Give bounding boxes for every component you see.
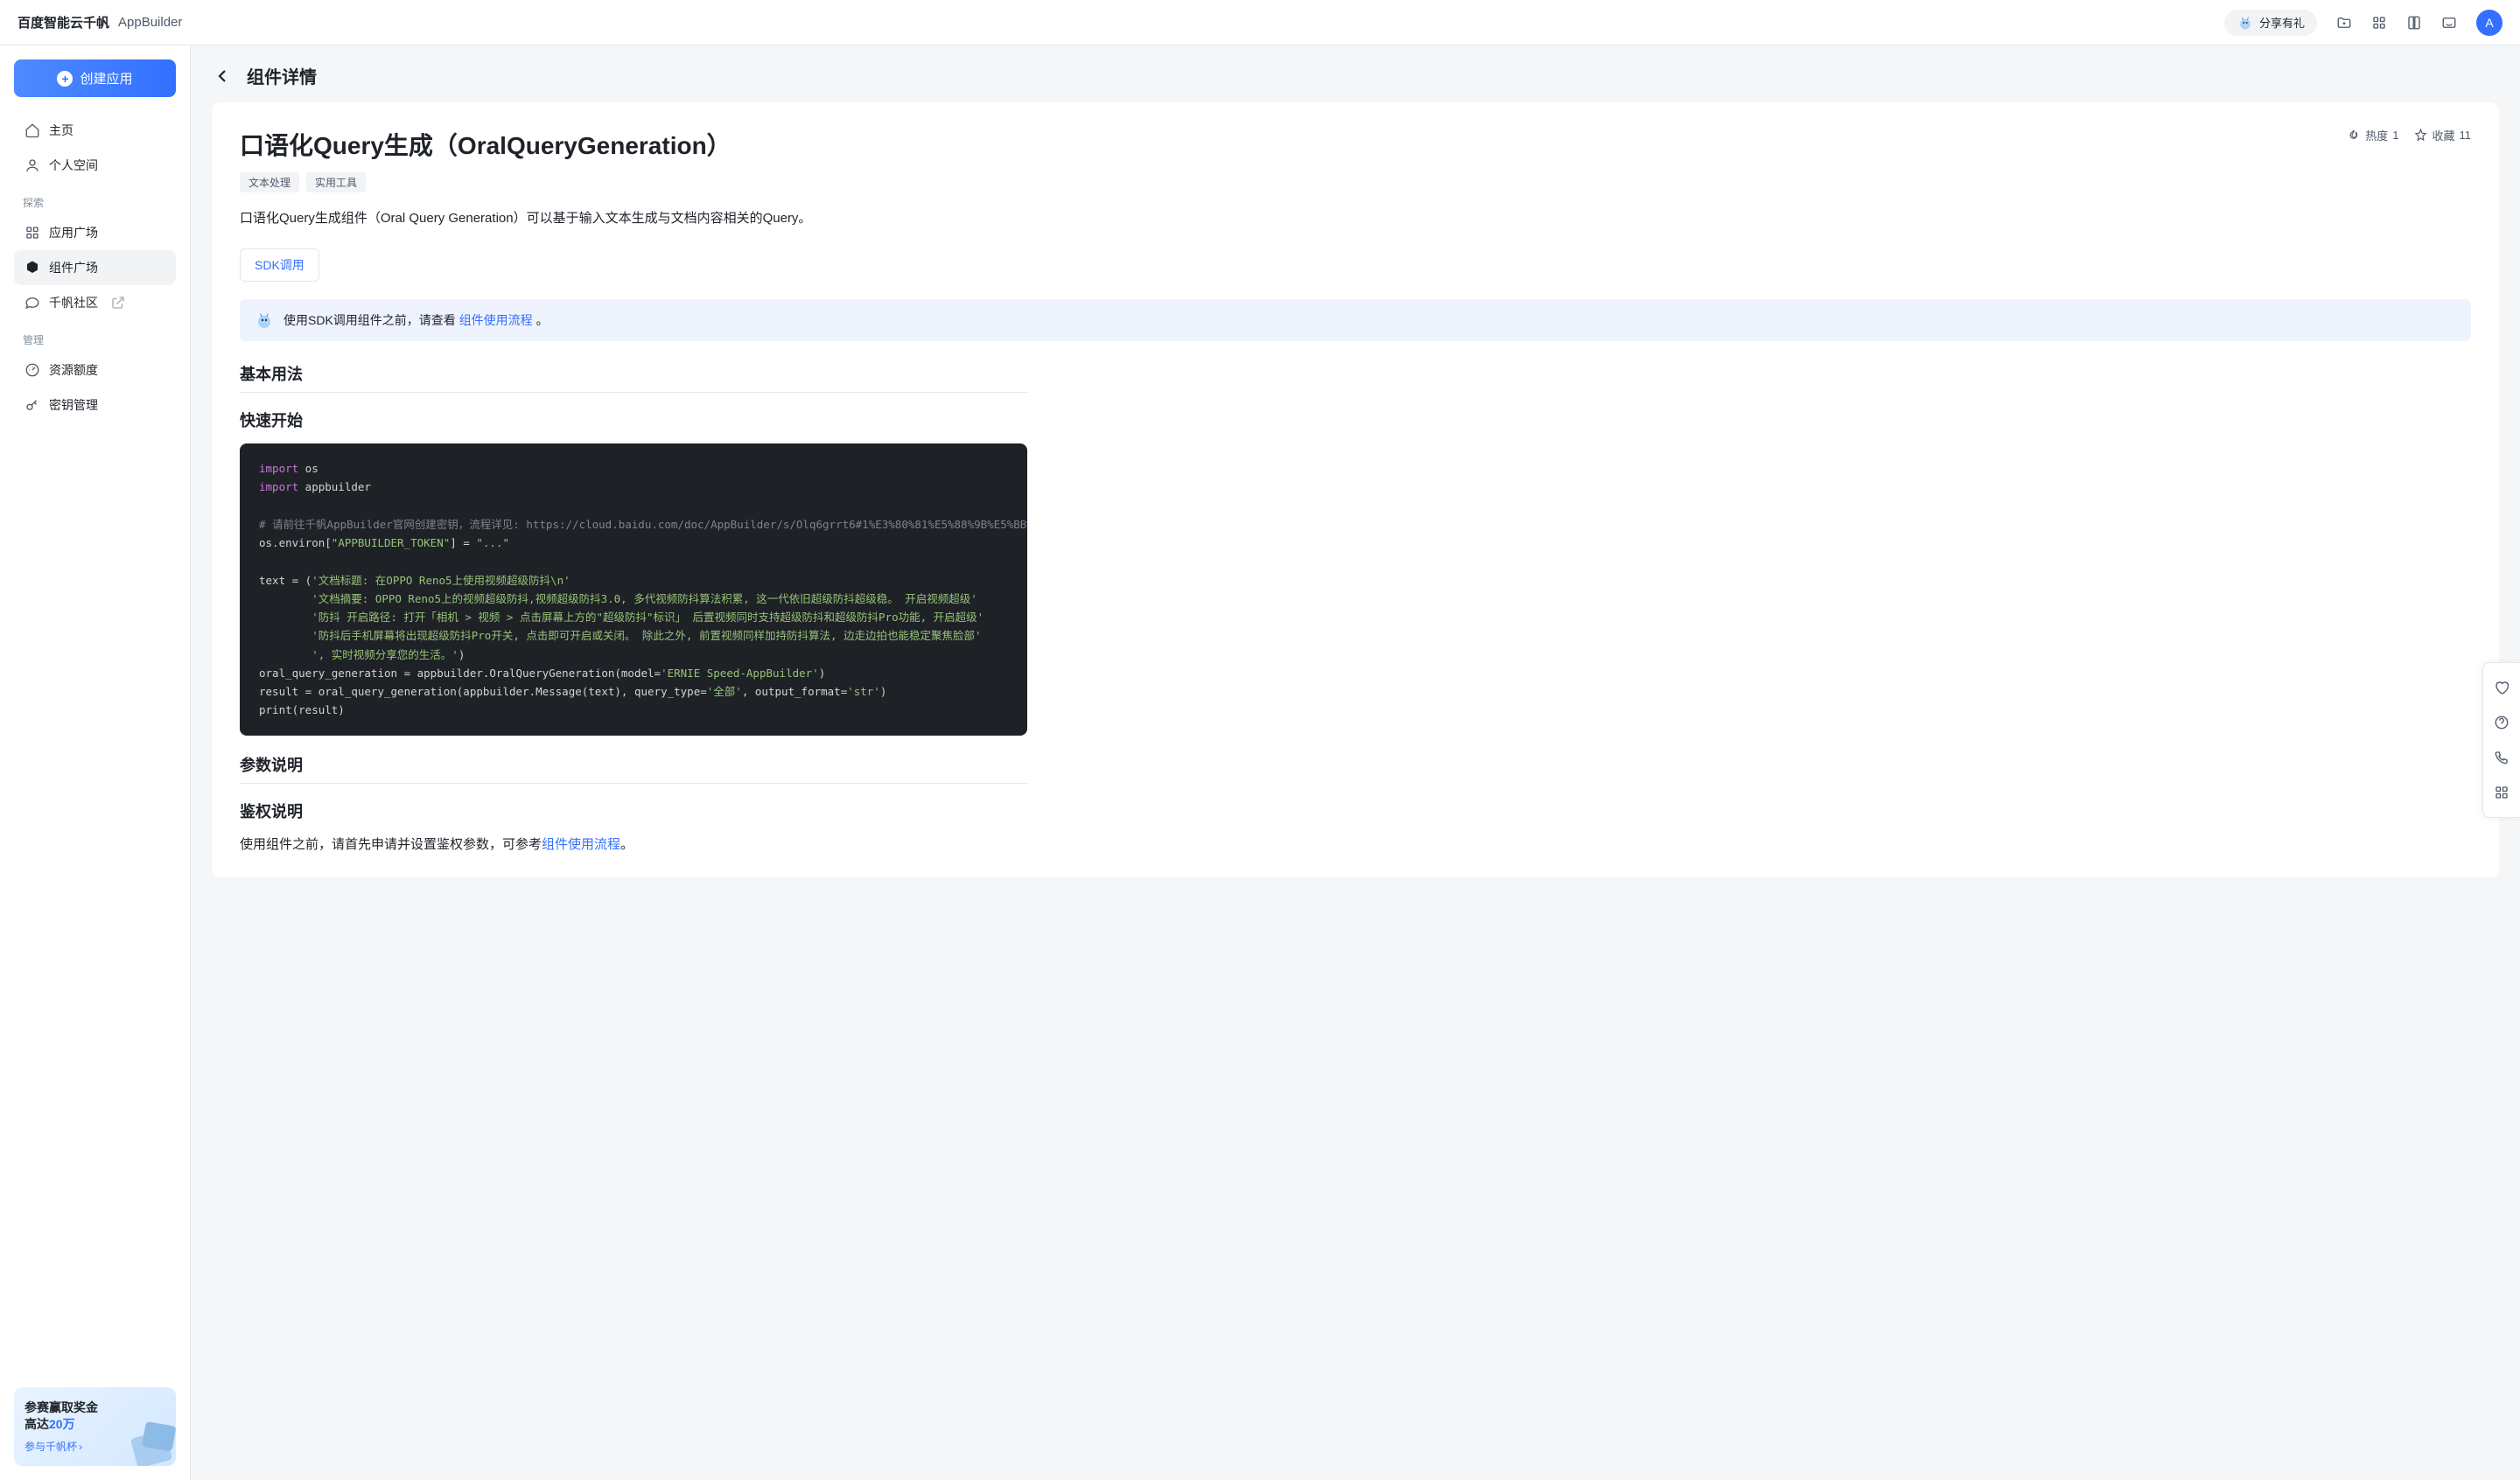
component-icon bbox=[24, 260, 40, 276]
fire-icon bbox=[2348, 129, 2361, 142]
section-quickstart: 快速开始 bbox=[240, 408, 1027, 431]
promo-card[interactable]: 参赛赢取奖金 高达20万 参与千帆杯 › bbox=[14, 1387, 176, 1466]
float-help[interactable] bbox=[2483, 705, 2520, 740]
tag-item: 实用工具 bbox=[306, 172, 366, 192]
tag-row: 文本处理 实用工具 bbox=[240, 172, 2471, 192]
sidebar-item-component-market[interactable]: 组件广场 bbox=[14, 250, 176, 285]
plus-icon: + bbox=[57, 71, 73, 87]
page-head-title: 组件详情 bbox=[247, 63, 317, 88]
float-phone[interactable] bbox=[2483, 740, 2520, 775]
section-auth: 鉴权说明 bbox=[240, 799, 1027, 822]
logo-sub[interactable]: AppBuilder bbox=[118, 15, 182, 30]
grid-icon[interactable] bbox=[2371, 15, 2387, 31]
main-content: 组件详情 口语化Query生成（OralQueryGeneration） 热度 … bbox=[191, 45, 2520, 1480]
back-button[interactable] bbox=[212, 66, 233, 87]
header-left: 百度智能云千帆 AppBuilder bbox=[18, 13, 182, 31]
nav-section-manage: 管理 bbox=[14, 325, 176, 353]
home-icon bbox=[24, 122, 40, 138]
sidebar-item-keys[interactable]: 密钥管理 bbox=[14, 387, 176, 422]
component-desc: 口语化Query生成组件（Oral Query Generation）可以基于输… bbox=[240, 208, 2471, 229]
header-right: 分享有礼 A bbox=[2224, 10, 2502, 36]
sidebar-item-resource[interactable]: 资源额度 bbox=[14, 353, 176, 387]
section-params: 参数说明 bbox=[240, 753, 1027, 784]
float-heart[interactable] bbox=[2483, 670, 2520, 705]
book-icon[interactable] bbox=[2406, 15, 2422, 31]
sidebar-item-community[interactable]: 千帆社区 bbox=[14, 285, 176, 320]
code-block[interactable]: import os import appbuilder # 请前往千帆AppBu… bbox=[240, 443, 1027, 736]
sidebar: + 创建应用 主页 个人空间 探索 应用广场 组件广场 bbox=[0, 45, 191, 1480]
float-toolbar bbox=[2482, 662, 2520, 818]
mascot-icon bbox=[2236, 14, 2254, 31]
tag-item: 文本处理 bbox=[240, 172, 299, 192]
tab-sdk[interactable]: SDK调用 bbox=[240, 248, 319, 282]
message-icon[interactable] bbox=[2441, 15, 2457, 31]
sidebar-item-personal[interactable]: 个人空间 bbox=[14, 148, 176, 183]
avatar[interactable]: A bbox=[2476, 10, 2502, 36]
float-grid[interactable] bbox=[2483, 775, 2520, 810]
logo-main[interactable]: 百度智能云千帆 bbox=[18, 13, 109, 31]
gauge-icon bbox=[24, 362, 40, 378]
promo-deco-icon bbox=[123, 1414, 176, 1466]
component-title: 口语化Query生成（OralQueryGeneration） bbox=[240, 127, 732, 162]
top-header: 百度智能云千帆 AppBuilder 分享有礼 A bbox=[0, 0, 2520, 45]
sidebar-item-home[interactable]: 主页 bbox=[14, 113, 176, 148]
meta-row: 热度 1 收藏 11 bbox=[2348, 127, 2471, 143]
info-bar: 使用SDK调用组件之前，请查看 组件使用流程 。 bbox=[240, 299, 2471, 341]
star-icon bbox=[2414, 129, 2427, 142]
create-app-button[interactable]: + 创建应用 bbox=[14, 59, 176, 97]
tab-bar: SDK调用 bbox=[240, 248, 2471, 282]
key-icon bbox=[24, 397, 40, 413]
apps-icon bbox=[24, 225, 40, 241]
external-link-icon bbox=[110, 295, 126, 311]
chevron-right-icon: › bbox=[79, 1441, 82, 1453]
mascot-icon bbox=[254, 310, 275, 331]
share-button[interactable]: 分享有礼 bbox=[2224, 10, 2317, 36]
community-icon bbox=[24, 295, 40, 311]
usage-flow-link-2[interactable]: 组件使用流程 bbox=[542, 837, 620, 852]
nav-section-explore: 探索 bbox=[14, 188, 176, 215]
share-label: 分享有礼 bbox=[2259, 14, 2305, 31]
detail-card: 口语化Query生成（OralQueryGeneration） 热度 1 收藏 … bbox=[212, 102, 2499, 877]
auth-text: 使用组件之前，请首先申请并设置鉴权参数，可参考组件使用流程。 bbox=[240, 834, 1027, 853]
page-head: 组件详情 bbox=[212, 63, 2499, 88]
usage-flow-link[interactable]: 组件使用流程 bbox=[459, 313, 533, 327]
fav-meta[interactable]: 收藏 11 bbox=[2414, 127, 2471, 143]
section-basic: 基本用法 bbox=[240, 362, 1027, 393]
user-icon bbox=[24, 157, 40, 173]
sidebar-item-app-market[interactable]: 应用广场 bbox=[14, 215, 176, 250]
folder-icon[interactable] bbox=[2336, 15, 2352, 31]
heat-meta[interactable]: 热度 1 bbox=[2348, 127, 2398, 143]
